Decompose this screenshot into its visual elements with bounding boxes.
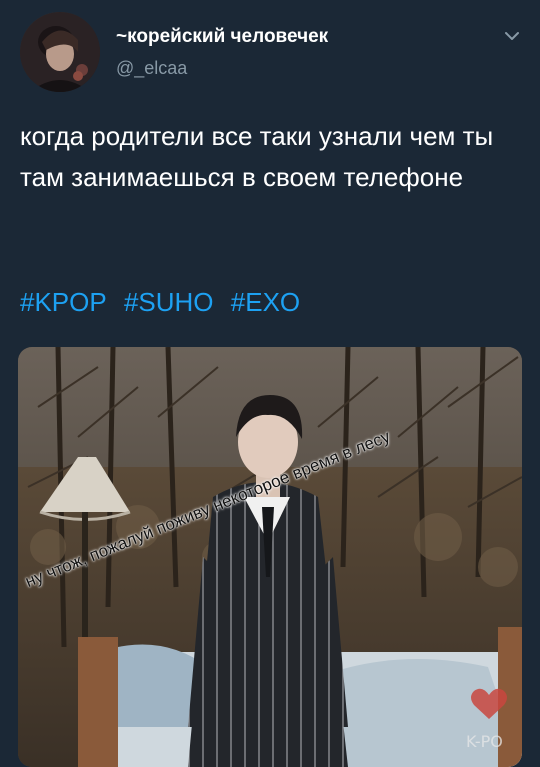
hashtags: #KPOP #SUHO #EXO <box>20 282 310 323</box>
hashtag-suho[interactable]: #SUHO <box>124 287 214 317</box>
forest-photo <box>18 347 522 767</box>
tweet-media-image[interactable]: ну чтож, пожалуй поживу некоторое время … <box>18 347 522 767</box>
tweet: ~корейский человечек @_elcaa когда родит… <box>0 0 540 767</box>
watermark-logo: K-PO <box>462 685 516 765</box>
svg-text:K-PO: K-PO <box>466 732 503 751</box>
avatar[interactable] <box>20 12 100 92</box>
hashtag-exo[interactable]: #EXO <box>231 287 300 317</box>
hashtag-kpop[interactable]: #KPOP <box>20 287 107 317</box>
avatar-image <box>20 12 100 92</box>
display-name[interactable]: ~корейский человечек <box>116 26 328 48</box>
user-handle[interactable]: @_elcaa <box>116 58 187 79</box>
tweet-text: когда родители все таки узнали чем ты та… <box>20 121 494 192</box>
chevron-down-icon[interactable] <box>500 26 524 46</box>
